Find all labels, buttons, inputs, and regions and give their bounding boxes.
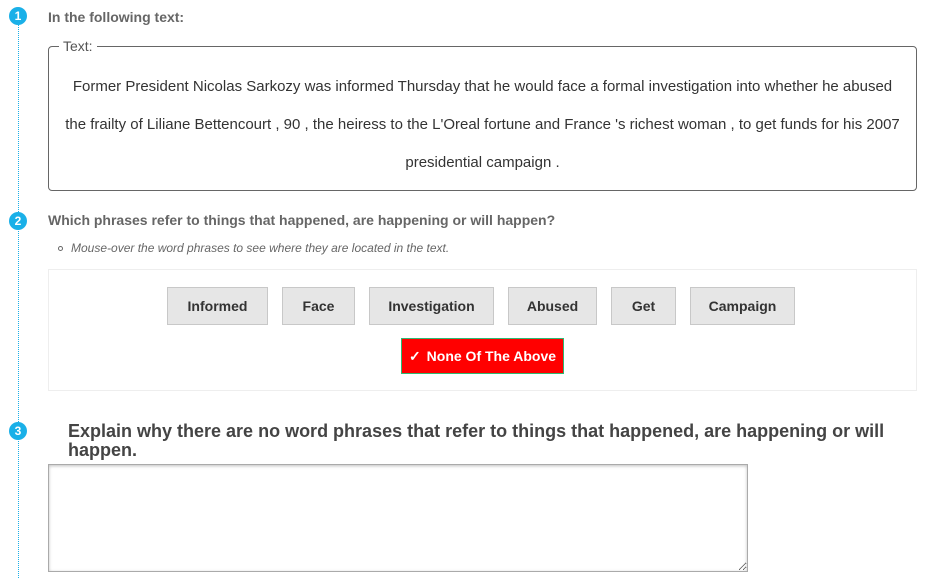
step-3-badge: 3 (9, 422, 27, 440)
passage-text: Former President Nicolas Sarkozy was inf… (65, 78, 900, 171)
step-1-title: In the following text: (48, 9, 185, 25)
hint-label: Mouse-over the word phrases to see where… (71, 241, 450, 255)
step-1-badge: 1 (9, 7, 27, 25)
text-fieldset: Text: Former President Nicolas Sarkozy w… (48, 38, 917, 191)
none-of-the-above-label: None Of The Above (426, 348, 557, 364)
step-connector-line (18, 18, 19, 578)
phrase-button-campaign[interactable]: Campaign (690, 287, 795, 325)
text-legend: Text: (63, 38, 93, 54)
none-of-the-above-button[interactable]: ✓ None Of The Above (401, 338, 564, 374)
check-icon: ✓ (408, 347, 421, 364)
step-2-badge: 2 (9, 212, 27, 230)
hint-text: Mouse-over the word phrases to see where… (58, 241, 449, 255)
step-3-title: Explain why there are no word phrases th… (68, 421, 885, 460)
explanation-textarea[interactable] (48, 464, 748, 572)
phrase-button-face[interactable]: Face (282, 287, 355, 325)
phrase-button-informed[interactable]: Informed (167, 287, 268, 325)
phrase-choices: Informed Face Investigation Abused Get C… (48, 269, 917, 391)
phrase-button-investigation[interactable]: Investigation (369, 287, 494, 325)
phrase-button-abused[interactable]: Abused (508, 287, 597, 325)
bullet-icon (58, 246, 63, 252)
phrase-button-get[interactable]: Get (611, 287, 676, 325)
step-2-title: Which phrases refer to things that happe… (48, 212, 556, 228)
